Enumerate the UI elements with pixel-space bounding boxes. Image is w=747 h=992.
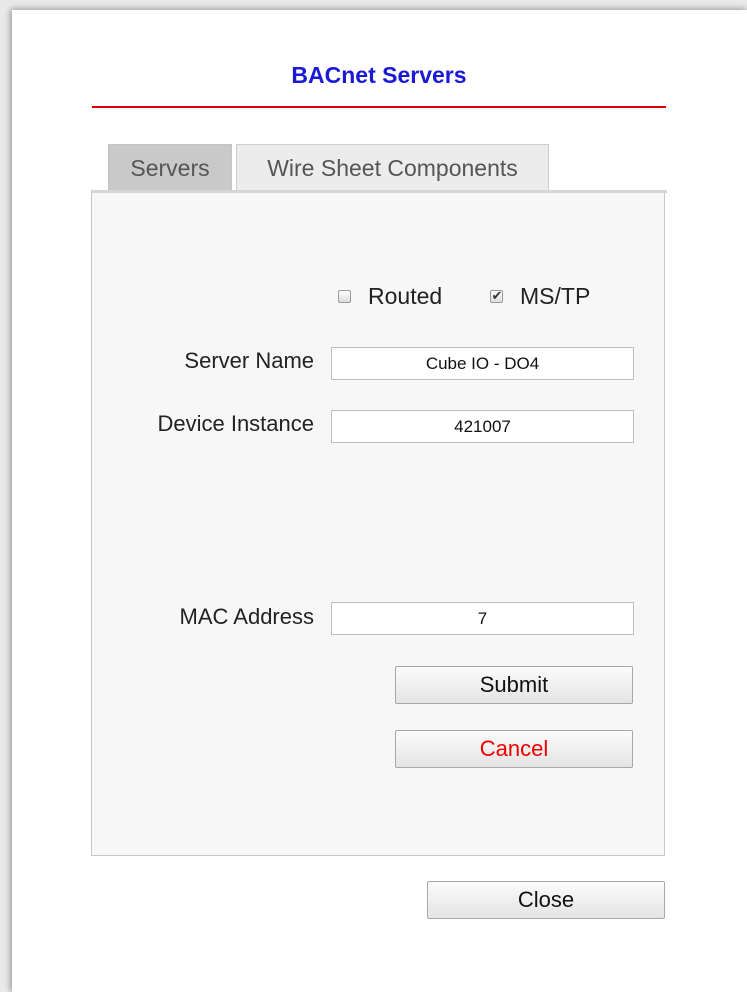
- device-instance-label: Device Instance: [157, 411, 314, 436]
- close-button[interactable]: Close: [427, 881, 665, 919]
- routed-label: Routed: [368, 283, 443, 309]
- check-mark-icon: ✔: [491, 288, 503, 303]
- routed-checkbox[interactable]: [338, 290, 351, 303]
- routed-option[interactable]: Routed: [338, 282, 458, 310]
- mstp-option[interactable]: ✔ MS/TP: [490, 282, 610, 310]
- mac-address-label: MAC Address: [179, 604, 315, 629]
- submit-button[interactable]: Submit: [395, 666, 633, 704]
- server-name-label: Server Name: [184, 348, 314, 373]
- tab-wire-sheet-components[interactable]: Wire Sheet Components: [236, 144, 549, 190]
- mstp-label: MS/TP: [520, 283, 591, 309]
- cancel-button[interactable]: Cancel: [395, 730, 633, 768]
- bacnet-servers-dialog: BACnet Servers Servers Wire Sheet Compon…: [12, 10, 747, 992]
- title-divider: [92, 106, 666, 108]
- panel-top-border: [91, 190, 667, 193]
- device-instance-input[interactable]: [331, 410, 634, 443]
- mac-address-input[interactable]: [331, 602, 634, 635]
- dialog-title: BACnet Servers: [291, 62, 467, 88]
- mstp-checkbox[interactable]: ✔: [490, 288, 503, 303]
- server-name-input[interactable]: [331, 347, 634, 380]
- tab-servers[interactable]: Servers: [108, 144, 232, 190]
